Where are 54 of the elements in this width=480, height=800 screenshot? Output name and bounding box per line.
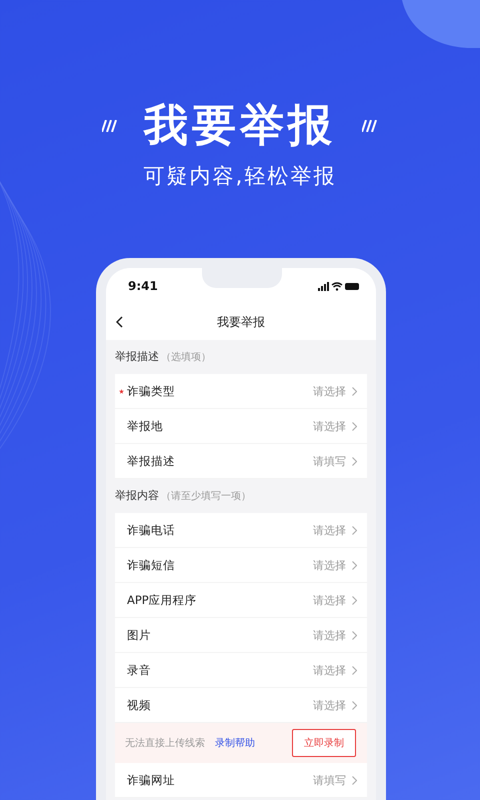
chevron-icon xyxy=(352,776,357,784)
form-row[interactable]: 录音 请选择 xyxy=(115,653,367,688)
chevron-icon xyxy=(352,630,357,640)
record-button[interactable]: 立即录制 xyxy=(292,729,356,757)
notice-text: 无法直接上传线索 xyxy=(125,736,205,750)
form-row[interactable]: 图片 请选择 xyxy=(115,618,367,653)
page-title: 我要举报 xyxy=(144,99,336,153)
chevron-icon xyxy=(352,560,357,570)
row-label: 视频 xyxy=(127,698,152,712)
row-label: 诈骗电话 xyxy=(127,522,176,538)
slashes-icon xyxy=(102,120,118,132)
section-title: 举报内容 xyxy=(115,488,159,503)
form-row[interactable]: 诈骗电话 请选择 xyxy=(115,513,367,548)
row-placeholder: 请选择 xyxy=(313,418,346,434)
form-row[interactable]: 诈骗网址 请填写 xyxy=(115,763,367,798)
row-placeholder: 请选择 xyxy=(313,522,346,538)
row-placeholder: 请填写 xyxy=(313,772,346,788)
chevron-icon xyxy=(352,422,357,430)
chevron-icon xyxy=(352,666,357,674)
chevron-icon xyxy=(352,700,357,710)
section-hint: （请至少填写一项） xyxy=(161,490,251,503)
row-placeholder: 请选择 xyxy=(313,384,346,398)
row-label: 录音 xyxy=(127,662,152,678)
row-placeholder: 请选择 xyxy=(313,698,346,712)
section-title: 举报描述 xyxy=(115,349,159,364)
form-row[interactable]: 诈骗类型 请选择 xyxy=(115,374,367,409)
row-label: 图片 xyxy=(127,628,152,642)
row-placeholder: 请填写 xyxy=(313,454,346,468)
chevron-icon xyxy=(352,386,357,396)
back-icon[interactable] xyxy=(116,316,123,328)
help-link[interactable]: 录制帮助 xyxy=(215,736,282,750)
slashes-icon xyxy=(362,120,378,132)
screen-title: 我要举报 xyxy=(217,314,265,330)
form-row[interactable]: 举报地 请选择 xyxy=(115,409,367,444)
section-hint: （选填项） xyxy=(161,350,211,364)
page-subtitle: 可疑内容,轻松举报 xyxy=(144,163,336,190)
chevron-icon xyxy=(352,526,357,534)
row-placeholder: 请选择 xyxy=(313,592,346,608)
row-placeholder: 请选择 xyxy=(313,662,346,678)
chevron-icon xyxy=(352,456,357,466)
form-row[interactable]: APP应用程序 请选择 xyxy=(115,583,367,618)
row-placeholder: 请选择 xyxy=(313,558,346,572)
row-label: 诈骗短信 xyxy=(127,558,176,572)
row-placeholder: 请选择 xyxy=(313,628,346,642)
row-label: 举报地 xyxy=(127,418,164,434)
row-label: APP应用程序 xyxy=(127,592,198,608)
status-icons xyxy=(318,282,360,290)
row-label: 诈骗类型 xyxy=(127,384,176,398)
status-time: 9:41 xyxy=(128,279,158,293)
form-row[interactable]: 举报描述 请填写 xyxy=(115,444,367,479)
form-row[interactable]: 诈骗短信 请选择 xyxy=(115,548,367,583)
row-label: 举报描述 xyxy=(127,454,176,468)
chevron-icon xyxy=(352,596,357,604)
row-label: 诈骗网址 xyxy=(127,772,176,788)
